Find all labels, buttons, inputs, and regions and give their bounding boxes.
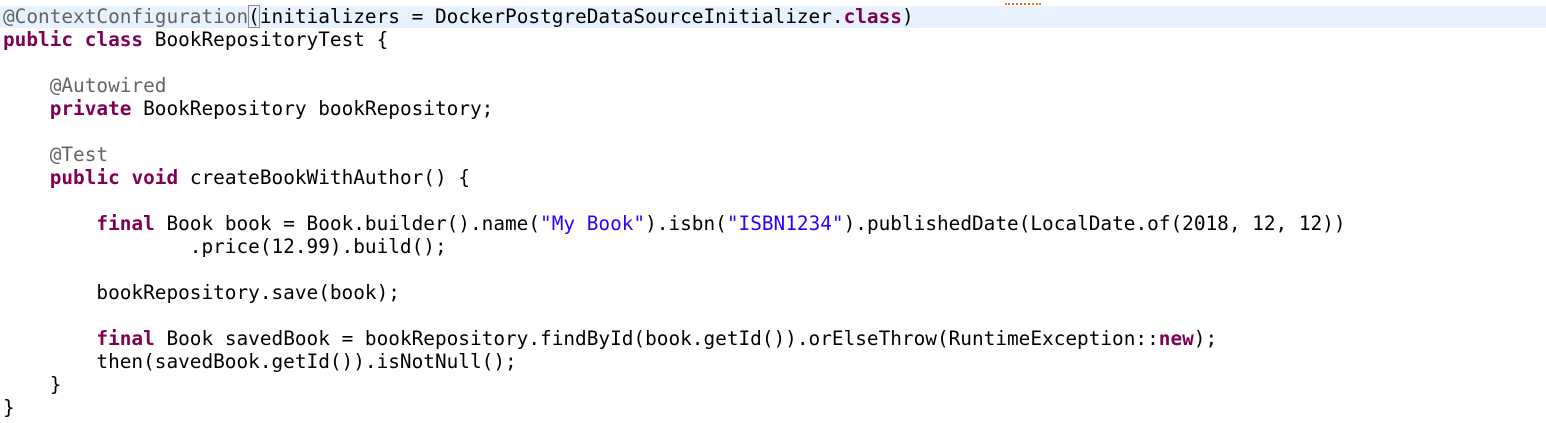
code-line[interactable]: ​	[3, 258, 1346, 281]
code-token: bookRepository.save(book);	[3, 281, 400, 304]
keyword-token: public	[3, 28, 74, 51]
annotation-token: @Autowired	[49, 74, 167, 97]
code-token: Book book = Book.builder().name(	[154, 212, 541, 235]
code-line[interactable]: .price(12.99).build();	[3, 235, 1346, 258]
keyword-token: void	[131, 166, 179, 189]
code-line[interactable]: public void createBookWithAuthor() {	[3, 166, 1346, 189]
code-line[interactable]: bookRepository.save(book);	[3, 281, 1346, 304]
code-line[interactable]: public class BookRepositoryTest {	[3, 28, 1346, 51]
code-line[interactable]: }	[3, 396, 1346, 419]
code-line[interactable]: private BookRepository bookRepository;	[3, 97, 1346, 120]
code-token: )	[901, 5, 914, 28]
code-line[interactable]: ​	[3, 51, 1346, 74]
keyword-token: public	[49, 166, 120, 189]
code-token: );	[1193, 327, 1218, 350]
code-line[interactable]: ​	[3, 120, 1346, 143]
code-token: BookRepository bookRepository;	[131, 97, 494, 120]
annotation-token: @ContextConfiguration	[3, 5, 249, 28]
code-token: Book savedBook = bookRepository.findById…	[154, 327, 1159, 350]
keyword-token: final	[96, 327, 155, 350]
code-token: }	[3, 396, 15, 419]
code-line[interactable]: @Test	[3, 143, 1346, 166]
code-token: initializers = DockerPostgreDataSourceIn…	[259, 5, 844, 28]
code-line[interactable]: final Book book = Book.builder().name("M…	[3, 212, 1346, 235]
keyword-token: private	[49, 97, 132, 120]
string-token: "ISBN1234"	[726, 212, 844, 235]
code-token: ).publishedDate(LocalDate.of(2018, 12, 1…	[843, 212, 1346, 235]
code-line[interactable]: ​	[3, 189, 1346, 212]
code-token: .price(12.99).build();	[3, 235, 447, 258]
code-line[interactable]: then(savedBook.getId()).isNotNull();	[3, 350, 1346, 373]
keyword-token: final	[96, 212, 155, 235]
string-token: "My Book"	[540, 212, 646, 235]
code-token: ).isbn(	[645, 212, 727, 235]
code-line[interactable]: @ContextConfiguration(initializers = Doc…	[3, 5, 1346, 28]
matched-bracket: (	[248, 5, 260, 28]
code-text[interactable]: @ContextConfiguration(initializers = Doc…	[3, 5, 1346, 419]
keyword-token: class	[843, 5, 902, 28]
annotation-token: @Test	[49, 143, 109, 166]
code-token: }	[3, 373, 62, 396]
code-line[interactable]: ​	[3, 304, 1346, 327]
code-token: then(savedBook.getId()).isNotNull();	[3, 350, 517, 373]
code-line[interactable]: @Autowired	[3, 74, 1346, 97]
code-line[interactable]: final Book savedBook = bookRepository.fi…	[3, 327, 1346, 350]
code-token: BookRepositoryTest {	[143, 28, 389, 51]
keyword-token: new	[1158, 327, 1194, 350]
code-editor[interactable]: @ContextConfiguration(initializers = Doc…	[0, 0, 1546, 423]
code-token: createBookWithAuthor() {	[178, 166, 470, 189]
keyword-token: class	[84, 28, 144, 51]
code-line[interactable]: }	[3, 373, 1346, 396]
